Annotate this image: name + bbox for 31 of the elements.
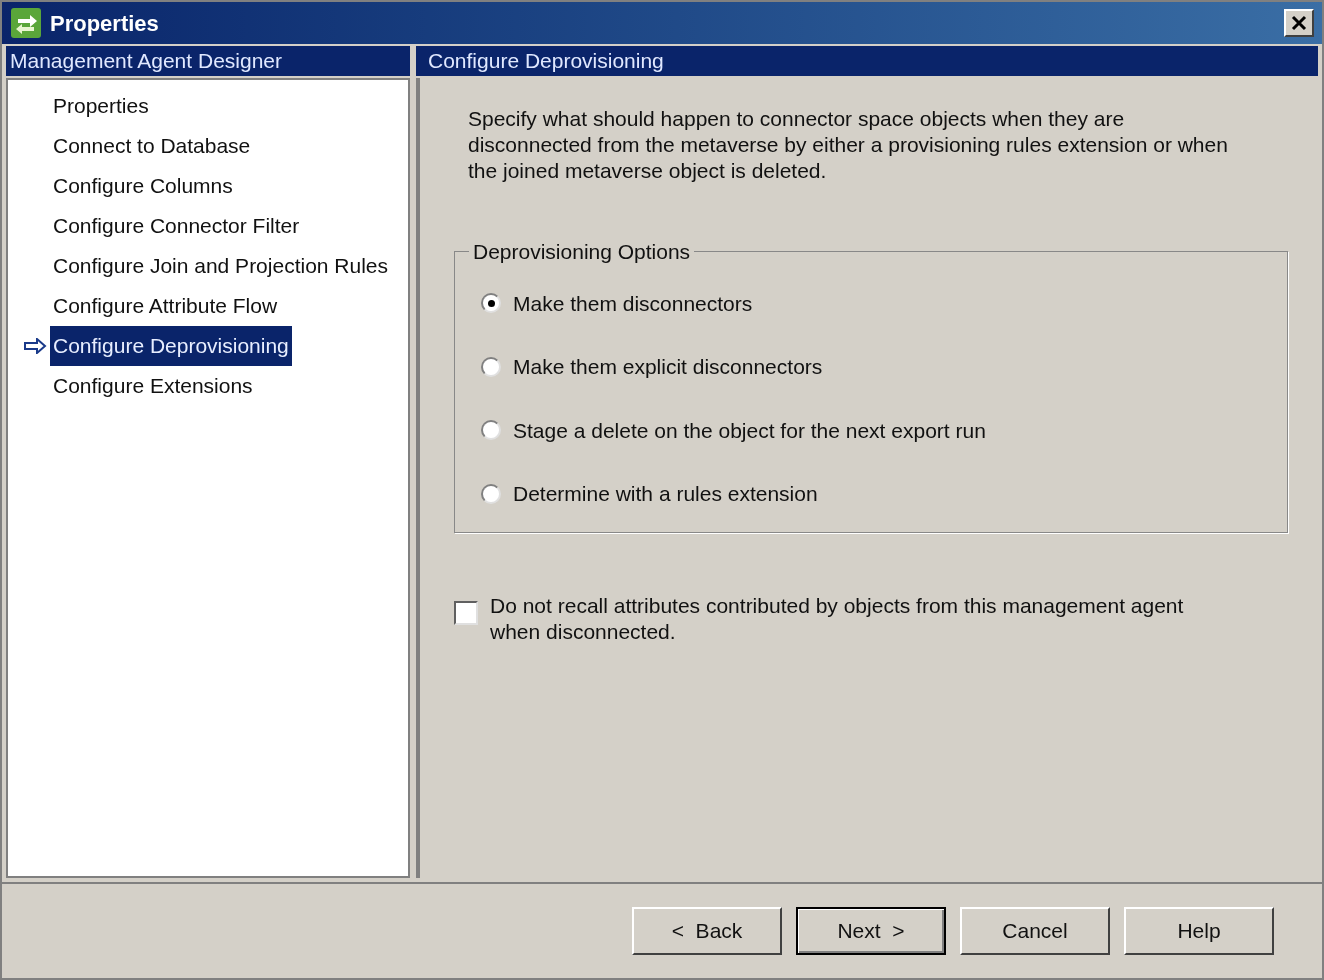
- dialog-button[interactable]: Next >: [796, 907, 946, 955]
- group-title: Deprovisioning Options: [472, 239, 692, 265]
- dialog-button[interactable]: Cancel: [960, 907, 1110, 955]
- radio-button[interactable]: [481, 420, 501, 441]
- close-button[interactable]: [1284, 9, 1314, 37]
- sidebar-item[interactable]: Connect to Database: [50, 126, 254, 166]
- window-title: Properties: [50, 9, 160, 38]
- radio-label: Make them explicit disconnectors: [513, 354, 823, 380]
- sidebar-item[interactable]: Configure Attribute Flow: [50, 286, 281, 326]
- content-header: Configure Deprovisioning: [416, 46, 1318, 76]
- description-text: Specify what should happen to connector space objects when they are disconnected from the metaverse by either a provisioning rules extension or when the joined metaverse object is deleted.: [468, 106, 1228, 184]
- checkbox-label: Do not recall attributes contributed by objects from this management agent when disconnected.: [490, 592, 1185, 645]
- arrow-icon: [23, 338, 47, 354]
- radio-button[interactable]: [481, 356, 501, 377]
- dialog-button[interactable]: < Back: [632, 907, 782, 955]
- close-icon: [1291, 15, 1307, 31]
- sidebar-header: Management Agent Designer: [6, 46, 410, 76]
- sidebar-item[interactable]: Properties: [50, 86, 152, 126]
- sidebar-item[interactable]: Configure Join and Projection Rules: [50, 246, 392, 286]
- checkbox[interactable]: [454, 600, 478, 625]
- radio-button[interactable]: [481, 293, 501, 314]
- sidebar-item[interactable]: Configure Columns: [50, 166, 236, 206]
- sidebar-item[interactable]: Configure Deprovisioning: [50, 326, 292, 366]
- dialog-button[interactable]: Help: [1124, 907, 1274, 955]
- app-icon: [10, 7, 42, 39]
- radio-label: Determine with a rules extension: [513, 481, 818, 507]
- radio-label: Make them disconnectors: [513, 290, 753, 317]
- radio-label: Stage a delete on the object for the next export run: [513, 417, 986, 444]
- sidebar-item[interactable]: Configure Extensions: [50, 366, 256, 406]
- radio-button[interactable]: [481, 483, 501, 504]
- sidebar-item[interactable]: Configure Connector Filter: [50, 206, 303, 246]
